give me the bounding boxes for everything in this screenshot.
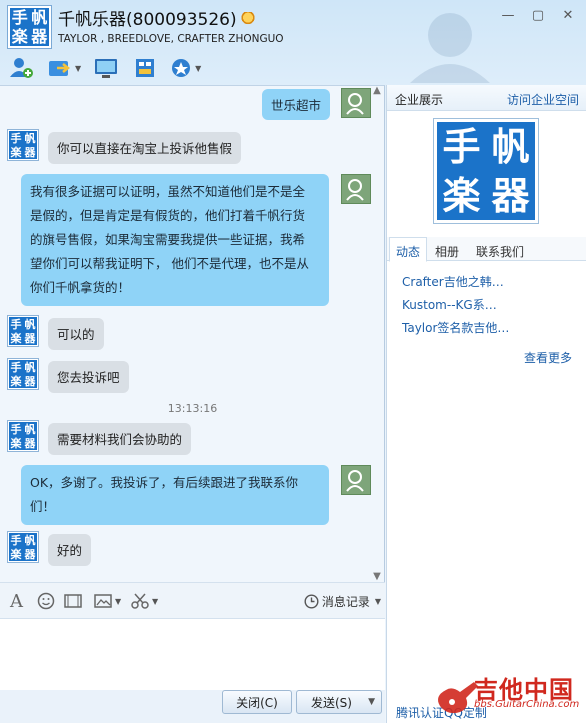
user-avatar-icon xyxy=(346,470,364,492)
user-avatar-icon xyxy=(346,179,364,201)
avatar[interactable]: 手帆楽器 xyxy=(8,130,38,160)
remote-desktop-icon xyxy=(95,59,118,78)
medal-icon xyxy=(240,12,255,26)
avatar[interactable] xyxy=(341,465,371,495)
chat-history[interactable]: ▲ 世乐超市 手帆楽器 你可以直接在淘宝上投诉他售假 我有很多证据可以证明，虽然… xyxy=(0,85,385,582)
scroll-up-icon[interactable]: ▲ xyxy=(372,86,382,96)
panel-tabs: 动态 相册 联系我们 xyxy=(387,237,586,262)
close-button[interactable]: 关闭(C) xyxy=(222,690,292,714)
window-controls: — ▢ ✕ xyxy=(500,8,576,23)
message-bubble-outgoing: 我有很多证据可以证明，虽然不知道他们是不是全 是假的，但是肯定是有假货的，他们打… xyxy=(21,174,329,306)
tab-contact[interactable]: 联系我们 xyxy=(476,243,524,260)
gif-button[interactable] xyxy=(63,591,83,611)
image-icon xyxy=(94,594,112,608)
see-more-link[interactable]: 查看更多 xyxy=(524,349,572,366)
chat-toolbar: ▼ ▼ xyxy=(6,54,204,82)
smiley-icon xyxy=(37,592,55,610)
list-item[interactable]: Crafter吉他之韩… xyxy=(402,271,509,294)
font-icon: A xyxy=(10,590,23,612)
chevron-down-icon[interactable]: ▼ xyxy=(75,64,81,73)
list-item[interactable]: Kustom--KG系… xyxy=(402,294,509,317)
message-bubble-incoming: 需要材料我们会协助的 xyxy=(48,423,192,455)
chevron-down-icon[interactable]: ▼ xyxy=(152,597,158,606)
tab-album[interactable]: 相册 xyxy=(435,243,459,260)
message-timestamp: 13:13:16 xyxy=(167,402,218,415)
panel-header: 企业展示 访问企业空间 xyxy=(387,85,586,111)
transfer-file-icon xyxy=(49,61,71,76)
more-apps-icon xyxy=(172,59,191,77)
update-list: Crafter吉他之韩… Kustom--KG系… Taylor签名款吉他… xyxy=(402,271,509,340)
avatar[interactable] xyxy=(341,174,371,204)
avatar[interactable]: 手帆楽器 xyxy=(8,532,38,562)
close-icon[interactable]: ✕ xyxy=(560,8,576,23)
visit-space-link[interactable]: 访问企业空间 xyxy=(507,91,579,108)
message-input[interactable] xyxy=(0,618,385,690)
emoji-button[interactable] xyxy=(37,591,55,611)
company-logo-large: 手帆 楽器 xyxy=(434,119,538,223)
avatar[interactable] xyxy=(341,88,371,118)
avatar[interactable]: 手帆楽器 xyxy=(8,359,38,389)
action-bar: 关闭(C) 发送(S) ▼ xyxy=(0,690,385,723)
add-contact-button[interactable] xyxy=(6,55,38,81)
silhouette-icon xyxy=(410,13,490,83)
input-toolbar: A ▼ ▼ 消息记录 ▼ xyxy=(0,582,385,618)
chevron-down-icon[interactable]: ▼ xyxy=(368,697,375,707)
minimize-icon[interactable]: — xyxy=(500,8,516,23)
contact-title: 千帆乐器(800093526) xyxy=(58,5,255,30)
add-contact-icon xyxy=(10,58,33,78)
message-bubble-incoming: 您去投诉吧 xyxy=(48,361,129,393)
scissors-icon xyxy=(131,593,149,609)
message-bubble-incoming: 可以的 xyxy=(48,318,104,350)
message-bubble-incoming: 好的 xyxy=(48,534,92,566)
application-icon xyxy=(136,59,155,77)
tab-updates[interactable]: 动态 xyxy=(389,237,428,262)
watermark-url: bbs.GuitarChina.com xyxy=(474,699,580,710)
screenshot-button[interactable]: ▼ xyxy=(130,591,158,611)
chevron-down-icon[interactable]: ▼ xyxy=(115,597,121,606)
application-button[interactable] xyxy=(130,55,160,81)
message-bubble-outgoing: OK，多谢了。我投诉了，有后续跟进了我联系你 们！ xyxy=(21,465,329,525)
contact-subtitle: TAYLOR , BREEDLOVE, CRAFTER ZHONGUO xyxy=(58,33,284,45)
clock-icon xyxy=(304,594,319,609)
remote-desktop-button[interactable] xyxy=(90,55,124,81)
film-icon xyxy=(64,594,82,608)
transfer-file-button[interactable]: ▼ xyxy=(44,55,84,81)
maximize-icon[interactable]: ▢ xyxy=(530,8,546,23)
chevron-down-icon[interactable]: ▼ xyxy=(375,597,381,606)
message-bubble-outgoing: 世乐超市 xyxy=(262,89,331,120)
message-bubble-incoming: 你可以直接在淘宝上投诉他售假 xyxy=(48,132,242,164)
image-button[interactable]: ▼ xyxy=(93,591,121,611)
chevron-down-icon[interactable]: ▼ xyxy=(195,64,201,73)
avatar[interactable]: 手帆楽器 xyxy=(8,421,38,451)
panel-title: 企业展示 xyxy=(395,93,444,107)
list-item[interactable]: Taylor签名款吉他… xyxy=(402,317,509,340)
avatar[interactable]: 手帆楽器 xyxy=(8,316,38,346)
send-button[interactable]: 发送(S) ▼ xyxy=(296,690,382,714)
scroll-down-icon[interactable]: ▼ xyxy=(372,572,382,582)
more-apps-button[interactable]: ▼ xyxy=(166,55,204,81)
enterprise-panel: 企业展示 访问企业空间 手帆 楽器 动态 相册 联系我们 Crafter吉他之韩… xyxy=(386,85,586,723)
font-button[interactable]: A xyxy=(10,590,23,612)
user-avatar-icon xyxy=(346,93,364,115)
company-logo: 手帆 楽器 xyxy=(8,6,51,48)
message-history-button[interactable]: 消息记录 ▼ xyxy=(304,593,381,610)
